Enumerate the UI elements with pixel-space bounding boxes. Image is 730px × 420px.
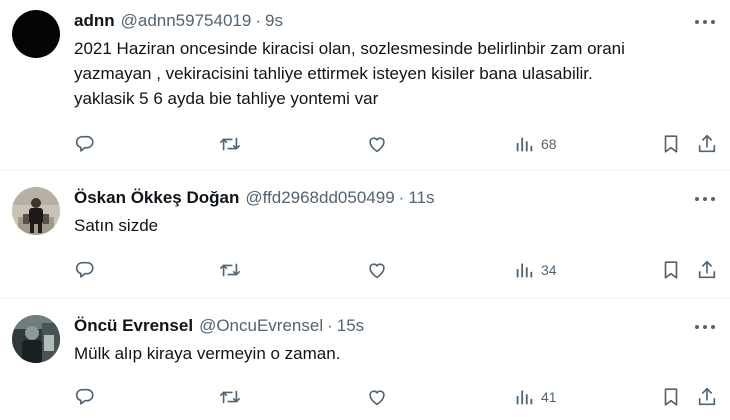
timestamp[interactable]: 15s [337,315,364,337]
tweet-header: Öncü Evrensel @OncuEvrensel · 15s [74,315,714,337]
more-icon[interactable] [692,316,718,338]
repost-icon [220,137,240,151]
views-icon [516,390,533,405]
tweet-text: Mülk alıp kiraya vermeyin o zaman. [74,344,341,363]
views-button[interactable]: 34 [513,258,557,282]
repost-icon [220,263,240,277]
like-icon [369,263,385,279]
bookmark-icon [664,135,678,153]
reply-icon [75,261,94,278]
tweet-text: 2021 Haziran oncesinde kiracisi olan, so… [74,39,625,108]
like-button[interactable] [366,132,388,156]
views-count: 68 [541,136,557,152]
action-bar: 68 [74,132,718,156]
views-icon [516,263,533,278]
separator-dot: · [255,11,261,30]
reply-icon [75,388,94,405]
like-icon [369,390,385,406]
like-button[interactable] [366,258,388,282]
repost-button[interactable] [219,258,241,282]
views-button[interactable]: 41 [513,385,557,409]
action-bar: 41 [74,385,718,409]
avatar[interactable] [12,10,60,58]
display-name[interactable]: Öncü Evrensel [74,315,193,337]
repost-button[interactable] [219,385,241,409]
reply-button[interactable] [74,132,96,156]
tweet-text: Satın sizde [74,216,159,235]
tweet-header: Öskan Ökkeş Doğan @ffd2968dd050499 · 11s [74,187,714,209]
tweet-header: adnn @adnn59754019 · 9s [74,10,714,32]
display-name[interactable]: adnn [74,10,115,32]
avatar[interactable] [12,315,60,363]
share-icon [698,260,716,279]
reply-button[interactable] [74,258,96,282]
timestamp[interactable]: 9s [265,10,283,32]
views-icon [516,137,533,152]
tweet[interactable]: adnn @adnn59754019 · 9s 2021 Haziran onc… [0,0,730,171]
display-name[interactable]: Öskan Ökkeş Doğan [74,187,239,209]
bookmark-icon [664,388,678,406]
share-icon [698,134,716,153]
avatar[interactable] [12,187,60,235]
share-button[interactable] [696,132,718,156]
user-handle[interactable]: @ffd2968dd050499 [245,187,394,209]
views-count: 41 [541,389,557,405]
share-button[interactable] [696,385,718,409]
more-icon[interactable] [692,188,718,210]
timestamp[interactable]: 11s [408,187,434,209]
separator-dot: · [398,188,405,207]
views-count: 34 [541,262,557,278]
action-bar: 34 [74,258,718,282]
bookmark-icon [664,261,678,279]
user-handle[interactable]: @adnn59754019 [121,10,252,32]
share-icon [698,387,716,406]
share-button[interactable] [696,258,718,282]
separator-dot: · [327,316,333,335]
bookmark-button[interactable] [660,132,682,156]
reply-icon [75,135,94,152]
bookmark-button[interactable] [660,258,682,282]
user-handle[interactable]: @OncuEvrensel [199,315,323,337]
repost-button[interactable] [219,132,241,156]
like-button[interactable] [366,385,388,409]
bookmark-button[interactable] [660,385,682,409]
repost-icon [220,390,240,404]
views-button[interactable]: 68 [513,132,557,156]
reply-button[interactable] [74,385,96,409]
more-icon[interactable] [692,11,718,33]
like-icon [369,137,385,153]
